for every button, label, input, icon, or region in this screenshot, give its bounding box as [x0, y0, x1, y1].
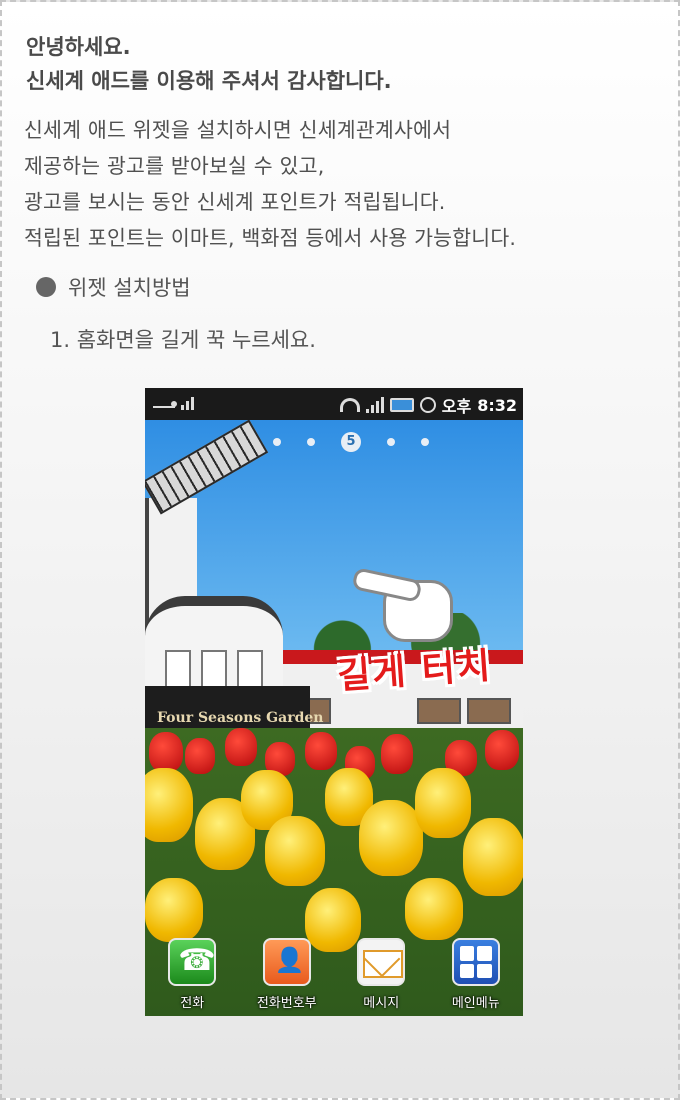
tulip	[265, 816, 325, 886]
message-icon	[357, 938, 406, 986]
dock-app-phone[interactable]: 전화	[149, 932, 235, 1016]
garden-sign-text: Four Seasons Garden	[157, 710, 324, 726]
description-line: 광고를 보시는 동안 신세계 포인트가 적립됩니다.	[24, 190, 446, 214]
dock-app-label: 메인메뉴	[451, 996, 500, 1011]
building-window	[467, 698, 511, 724]
tulip	[381, 734, 413, 774]
page-dot	[387, 438, 395, 446]
menu-tile	[459, 946, 475, 961]
tulip	[463, 818, 523, 896]
greeting-block: 안녕하세요. 신세계 애드를 이용해 주셔서 감사합니다.	[26, 30, 392, 98]
current-page-dot: 5	[341, 432, 361, 452]
greeting-text: 안녕하세요.	[26, 35, 131, 59]
description-line: 제공하는 광고를 받아보실 수 있고,	[24, 154, 325, 178]
signal-bar	[370, 405, 374, 413]
touch-hint-label: 길게 터치	[336, 645, 494, 698]
contacts-icon	[262, 938, 311, 986]
alarm-icon	[419, 397, 436, 413]
status-left-icons	[153, 394, 194, 410]
phone-screenshot: 5 Four Seasons Garden 길게 터치 오후 8:32 ☎ 전화…	[145, 388, 523, 1016]
main-menu-icon	[451, 938, 500, 986]
page-dot	[421, 438, 429, 446]
tulip	[305, 732, 337, 770]
description-line: 적립된 포인트는 이마트, 백화점 등에서 사용 가능합니다.	[24, 226, 517, 250]
house-window	[201, 650, 227, 688]
dock-app-contacts[interactable]: 전화번호부	[244, 932, 330, 1016]
house-window	[165, 650, 191, 688]
signal-bar	[365, 409, 369, 413]
menu-tile	[459, 963, 475, 978]
signal-icon	[181, 394, 194, 410]
section-heading: 위젯 설치방법	[36, 272, 191, 302]
usb-icon	[153, 396, 177, 408]
signal-bar	[181, 405, 184, 410]
pointing-hand-icon	[351, 567, 453, 642]
menu-tile	[477, 946, 492, 961]
signal-bar	[380, 397, 384, 413]
signal-icon	[365, 397, 384, 413]
page-dot	[273, 438, 281, 446]
tulip	[405, 878, 463, 940]
tulip	[185, 738, 215, 774]
battery-icon	[389, 398, 414, 412]
dock-app-label: 전화번호부	[256, 996, 317, 1011]
description-block: 신세계 애드 위젯을 설치하시면 신세계관계사에서 제공하는 광고를 받아보실 …	[24, 112, 516, 256]
circle-bullet-icon	[36, 277, 56, 297]
tulip	[415, 768, 471, 838]
tulip	[485, 730, 519, 770]
guide-panel: 안녕하세요. 신세계 애드를 이용해 주셔서 감사합니다. 신세계 애드 위젯을…	[0, 0, 680, 1100]
dock-app-label: 메시지	[363, 996, 400, 1011]
section-title: 위젯 설치방법	[68, 276, 191, 300]
menu-tile	[477, 963, 492, 978]
status-ampm: 오후	[441, 397, 472, 416]
tulip	[359, 800, 423, 876]
tulip	[225, 728, 257, 766]
signal-bar	[186, 401, 189, 410]
signal-bar	[191, 397, 194, 410]
dock-app-label: 전화	[180, 996, 205, 1011]
tulip	[145, 768, 193, 842]
app-dock: 전화 전화번호부 메시지 메인메뉴	[145, 932, 523, 1016]
page-dot	[307, 438, 315, 446]
dock-app-main-menu[interactable]: 메인메뉴	[433, 932, 519, 1016]
building-window	[417, 698, 461, 724]
status-bar: 오후 8:32	[145, 388, 523, 420]
phone-icon	[168, 938, 217, 986]
description-line: 신세계 애드 위젯을 설치하시면 신세계관계사에서	[24, 118, 452, 142]
status-time: 8:32	[477, 395, 517, 415]
status-right-icons: 오후 8:32	[339, 393, 517, 417]
thanks-text: 신세계 애드를 이용해 주셔서 감사합니다.	[26, 69, 392, 93]
step-instruction: 1. 홈화면을 길게 꾹 누르세요.	[50, 328, 316, 352]
tulip	[149, 732, 183, 772]
wifi-icon	[339, 398, 360, 412]
dock-app-messages[interactable]: 메시지	[338, 932, 424, 1016]
signal-bar	[375, 401, 379, 413]
house-window	[237, 650, 263, 688]
